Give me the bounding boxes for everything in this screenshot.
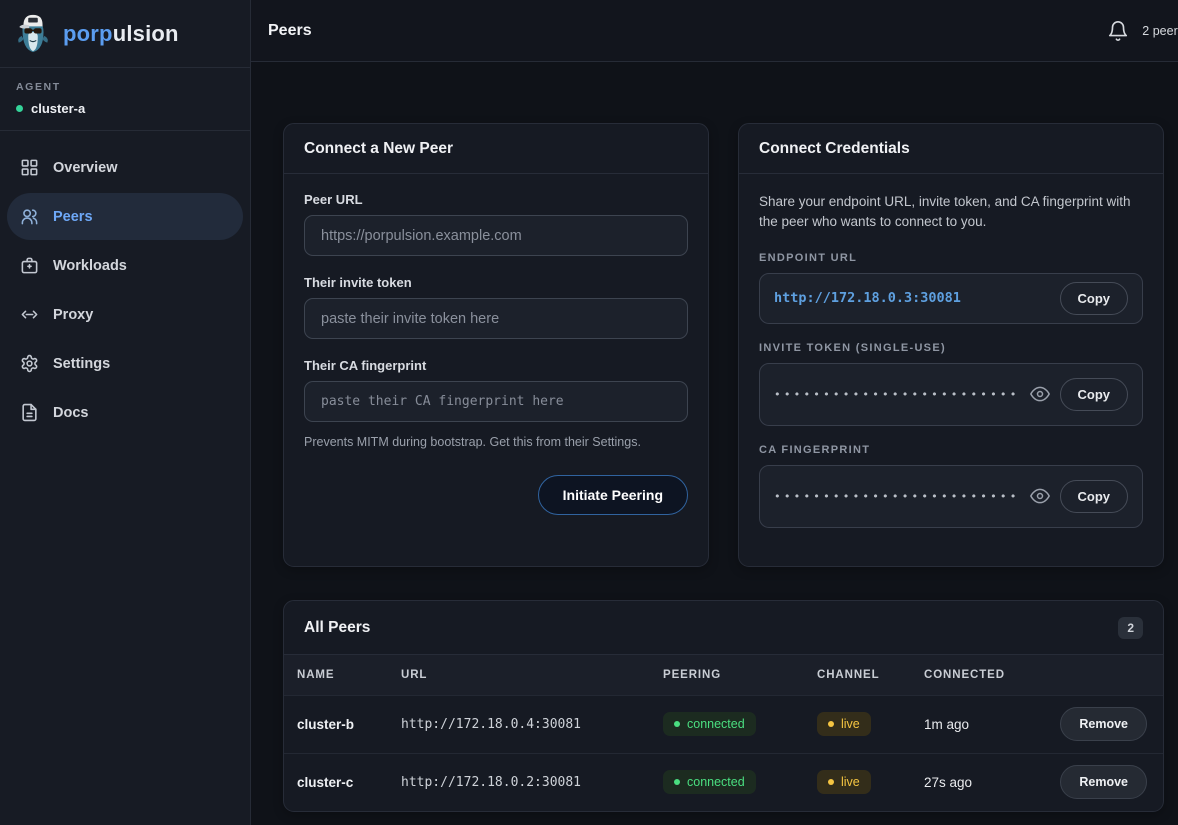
sidebar-item-label: Docs bbox=[53, 405, 88, 421]
invite-token-box: •••••••••••••••••••••••••••… Copy bbox=[759, 363, 1143, 426]
copy-invite-token-button[interactable]: Copy bbox=[1060, 378, 1129, 411]
invite-token-label: Their invite token bbox=[304, 275, 688, 290]
eye-icon bbox=[1030, 384, 1050, 404]
sidebar-item-docs[interactable]: Docs bbox=[7, 389, 243, 436]
gear-icon bbox=[20, 354, 39, 373]
agent-name: cluster-a bbox=[31, 101, 85, 116]
connected-time: 27s ago bbox=[924, 775, 1037, 790]
eye-icon bbox=[1030, 486, 1050, 506]
main-area: Peers 2 peers Connect a New Peer Peer UR… bbox=[251, 0, 1178, 825]
table-row: cluster-c http://172.18.0.2:30081 connec… bbox=[284, 753, 1163, 811]
card-title: All Peers bbox=[304, 619, 370, 637]
briefcase-icon bbox=[20, 256, 39, 275]
status-dot bbox=[828, 721, 834, 727]
ca-fingerprint-label: Their CA fingerprint bbox=[304, 358, 688, 373]
brand-name: porpulsion bbox=[63, 21, 179, 47]
remove-peer-button[interactable]: Remove bbox=[1060, 707, 1147, 741]
sidebar-item-label: Settings bbox=[53, 356, 110, 372]
column-header-name: NAME bbox=[297, 669, 401, 681]
peer-url-input[interactable] bbox=[304, 215, 688, 256]
copy-endpoint-button[interactable]: Copy bbox=[1060, 282, 1129, 315]
initiate-peering-button[interactable]: Initiate Peering bbox=[538, 475, 688, 515]
remove-peer-button[interactable]: Remove bbox=[1060, 765, 1147, 799]
status-dot bbox=[674, 779, 680, 785]
topbar: Peers 2 peers bbox=[251, 0, 1178, 62]
endpoint-url-label: ENDPOINT URL bbox=[759, 252, 1143, 264]
column-header-peering: PEERING bbox=[663, 669, 817, 681]
endpoint-url-value: http://172.18.0.3:30081 bbox=[774, 290, 1050, 306]
sidebar-item-settings[interactable]: Settings bbox=[7, 340, 243, 387]
status-dot bbox=[828, 779, 834, 785]
peering-status-badge: connected bbox=[663, 712, 756, 736]
invite-token-input[interactable] bbox=[304, 298, 688, 339]
document-icon bbox=[20, 403, 39, 422]
connected-time: 1m ago bbox=[924, 717, 1037, 732]
channel-status-badge: live bbox=[817, 712, 871, 736]
channel-status-badge: live bbox=[817, 770, 871, 794]
agent-label: AGENT bbox=[16, 81, 234, 93]
sidebar-item-peers[interactable]: Peers bbox=[7, 193, 243, 240]
status-dot bbox=[674, 721, 680, 727]
mitm-hint-text: Prevents MITM during bootstrap. Get this… bbox=[304, 435, 688, 449]
peer-count-badge: 2 bbox=[1118, 617, 1143, 639]
invite-token-section-label: INVITE TOKEN (SINGLE-USE) bbox=[759, 342, 1143, 354]
sidebar-item-label: Peers bbox=[53, 209, 93, 225]
ca-fingerprint-box: •••••••••••••••••••••••••••… Copy bbox=[759, 465, 1143, 528]
column-header-connected: CONNECTED bbox=[924, 669, 1037, 681]
peer-name: cluster-b bbox=[297, 717, 401, 732]
peer-name: cluster-c bbox=[297, 775, 401, 790]
page-title: Peers bbox=[268, 22, 312, 40]
card-title: Connect Credentials bbox=[759, 140, 910, 158]
arrows-left-right-icon bbox=[20, 305, 39, 324]
ca-fingerprint-input[interactable] bbox=[304, 381, 688, 422]
column-header-url: URL bbox=[401, 669, 663, 681]
connect-credentials-card: Connect Credentials Share your endpoint … bbox=[738, 123, 1164, 567]
invite-token-masked-value: •••••••••••••••••••••••••••… bbox=[774, 388, 1020, 401]
peer-url: http://172.18.0.2:30081 bbox=[401, 775, 663, 790]
agent-status-dot bbox=[16, 105, 23, 112]
copy-ca-fingerprint-button[interactable]: Copy bbox=[1060, 480, 1129, 513]
reveal-ca-fingerprint-button[interactable] bbox=[1030, 486, 1050, 506]
agent-section: AGENT cluster-a bbox=[0, 68, 250, 131]
endpoint-url-box: http://172.18.0.3:30081 Copy bbox=[759, 273, 1143, 324]
sidebar-item-proxy[interactable]: Proxy bbox=[7, 291, 243, 338]
peer-count-text: 2 peers bbox=[1142, 24, 1178, 38]
peering-status-badge: connected bbox=[663, 770, 756, 794]
column-header-channel: CHANNEL bbox=[817, 669, 924, 681]
reveal-invite-token-button[interactable] bbox=[1030, 384, 1050, 404]
sidebar-item-workloads[interactable]: Workloads bbox=[7, 242, 243, 289]
ca-fingerprint-masked-value: •••••••••••••••••••••••••••… bbox=[774, 490, 1020, 503]
peer-url-label: Peer URL bbox=[304, 192, 688, 207]
sidebar-item-label: Workloads bbox=[53, 258, 127, 274]
content: Connect a New Peer Peer URL Their invite… bbox=[251, 62, 1178, 825]
bell-icon[interactable] bbox=[1107, 20, 1129, 42]
sidebar-item-overview[interactable]: Overview bbox=[7, 144, 243, 191]
connect-new-peer-card: Connect a New Peer Peer URL Their invite… bbox=[283, 123, 709, 567]
porpoise-logo-icon bbox=[12, 11, 54, 57]
sidebar-item-label: Proxy bbox=[53, 307, 93, 323]
sidebar-item-label: Overview bbox=[53, 160, 118, 176]
sidebar: porpulsion AGENT cluster-a Overview Peer… bbox=[0, 0, 251, 825]
table-row: cluster-b http://172.18.0.4:30081 connec… bbox=[284, 695, 1163, 753]
users-icon bbox=[20, 207, 39, 226]
ca-fingerprint-section-label: CA FINGERPRINT bbox=[759, 444, 1143, 456]
brand: porpulsion bbox=[0, 0, 250, 68]
table-header-row: NAME URL PEERING CHANNEL CONNECTED bbox=[284, 655, 1163, 695]
sidebar-nav: Overview Peers Workloads Proxy Sett bbox=[0, 131, 250, 449]
credentials-description: Share your endpoint URL, invite token, a… bbox=[759, 192, 1143, 233]
all-peers-card: All Peers 2 NAME URL PEERING CHANNEL CON… bbox=[283, 600, 1164, 812]
grid-icon bbox=[20, 158, 39, 177]
peer-url: http://172.18.0.4:30081 bbox=[401, 717, 663, 732]
card-title: Connect a New Peer bbox=[304, 140, 453, 158]
